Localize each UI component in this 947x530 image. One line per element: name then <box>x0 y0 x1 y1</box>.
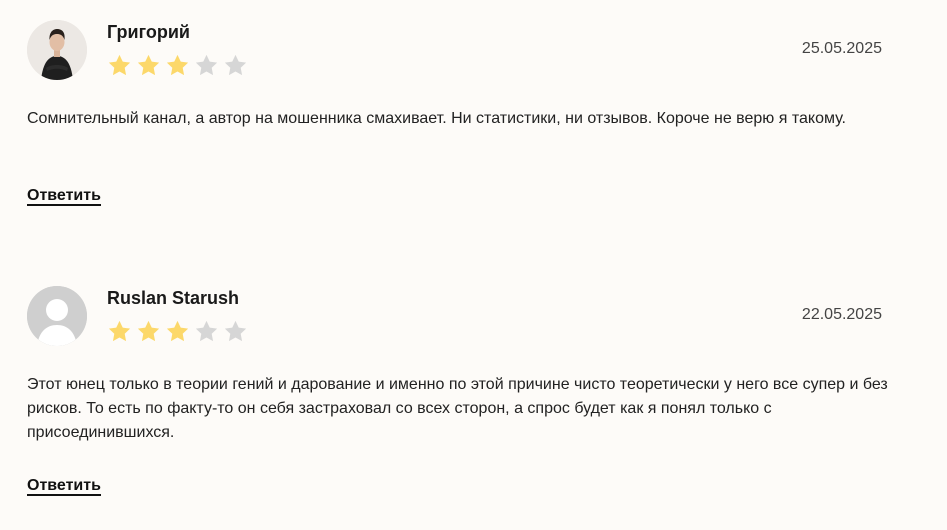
avatar <box>27 286 87 346</box>
author-name: Ruslan Starush <box>107 288 240 308</box>
review-date: 25.05.2025 <box>801 40 882 57</box>
star-empty-icon <box>224 320 247 342</box>
default-user-icon <box>27 286 87 346</box>
star-filled-icon <box>166 54 189 76</box>
review-text: Сомнительный канал, а автор на мошенника… <box>27 110 846 127</box>
rating-stars <box>107 319 248 344</box>
star-filled-icon <box>137 54 160 76</box>
rating-stars <box>107 53 248 78</box>
reply-button[interactable]: Ответить <box>27 187 101 206</box>
star-filled-icon <box>108 320 131 342</box>
star-filled-icon <box>137 320 160 342</box>
review-date: 22.05.2025 <box>801 306 882 323</box>
author-name: Григорий <box>107 22 190 42</box>
star-empty-icon <box>224 54 247 76</box>
star-filled-icon <box>108 54 131 76</box>
reply-button[interactable]: Ответить <box>27 477 101 496</box>
avatar <box>27 20 87 80</box>
user-photo-icon <box>27 20 87 80</box>
star-empty-icon <box>195 320 218 342</box>
review-text: Этот юнец только в теории гений и дарова… <box>27 376 888 441</box>
star-filled-icon <box>166 320 189 342</box>
star-empty-icon <box>195 54 218 76</box>
